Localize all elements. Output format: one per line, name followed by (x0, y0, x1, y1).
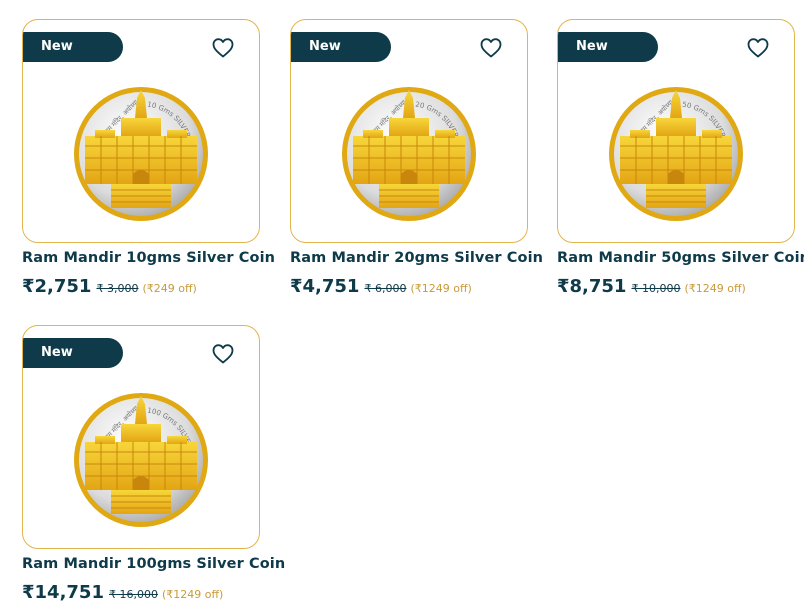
discount-text: (₹1249 off) (684, 282, 746, 295)
coin-image: 100 Gms SILVER 999 श्री राम मंदिर, अयोध्… (71, 390, 208, 527)
sale-price: ₹14,751 (22, 582, 104, 603)
sale-price: ₹2,751 (22, 276, 92, 297)
original-price: ₹ 16,000 (108, 588, 158, 601)
product-image-box[interactable]: New (22, 19, 260, 243)
new-badge: New (23, 338, 123, 368)
product-grid: New 10 Gms SILV R श्री राम मंदिर, अयोध्य… (0, 0, 804, 615)
product-image-box[interactable]: New (22, 325, 260, 549)
product-name[interactable]: Ram Mandir 50gms Silver Coin (557, 250, 804, 266)
price-row: ₹4,751 ₹ 6,000 (₹1249 off) (290, 276, 528, 297)
product-name[interactable]: Ram Mandir 20gms Silver Coin (290, 250, 543, 266)
price-row: ₹8,751 ₹ 10,000 (₹1249 off) (557, 276, 795, 297)
coin-image: 50 Gms SILVER 999 श्री राम मंदिर, अयोध्य… (609, 87, 743, 221)
original-price: ₹ 3,000 (96, 282, 139, 295)
coin-image: 20 Gms SILVER 999 श्री राम मंदिर, अयोध्य… (342, 87, 476, 221)
price-row: ₹14,751 ₹ 16,000 (₹1249 off) (22, 582, 260, 603)
discount-text: (₹1249 off) (161, 588, 224, 601)
product-name[interactable]: Ram Mandir 100gms Silver Coin (22, 556, 285, 572)
new-badge: New (291, 32, 391, 62)
product-name[interactable]: Ram Mandir 10gms Silver Coin (22, 250, 275, 266)
original-price: ₹ 10,000 (631, 282, 681, 295)
heart-outline-icon[interactable] (479, 36, 503, 60)
product-card[interactable]: New (557, 19, 804, 297)
product-card[interactable]: New (22, 19, 275, 297)
sale-price: ₹8,751 (557, 276, 627, 297)
sale-price: ₹4,751 (290, 276, 360, 297)
product-image-box[interactable]: New (557, 19, 795, 243)
coin-image: 10 Gms SILVER 999 श्री राम मंदिर, अयोध्य… (74, 87, 208, 221)
new-badge: New (23, 32, 123, 62)
discount-text: (₹1249 off) (410, 282, 472, 295)
product-card[interactable]: New (290, 19, 543, 297)
product-card[interactable]: New (22, 325, 285, 603)
heart-outline-icon[interactable] (211, 36, 235, 60)
heart-outline-icon[interactable] (211, 342, 235, 366)
price-row: ₹2,751 ₹ 3,000 (₹249 off) (22, 276, 260, 297)
product-image-box[interactable]: New (290, 19, 528, 243)
discount-text: (₹249 off) (142, 282, 197, 295)
new-badge: New (558, 32, 658, 62)
original-price: ₹ 6,000 (364, 282, 407, 295)
heart-outline-icon[interactable] (746, 36, 770, 60)
